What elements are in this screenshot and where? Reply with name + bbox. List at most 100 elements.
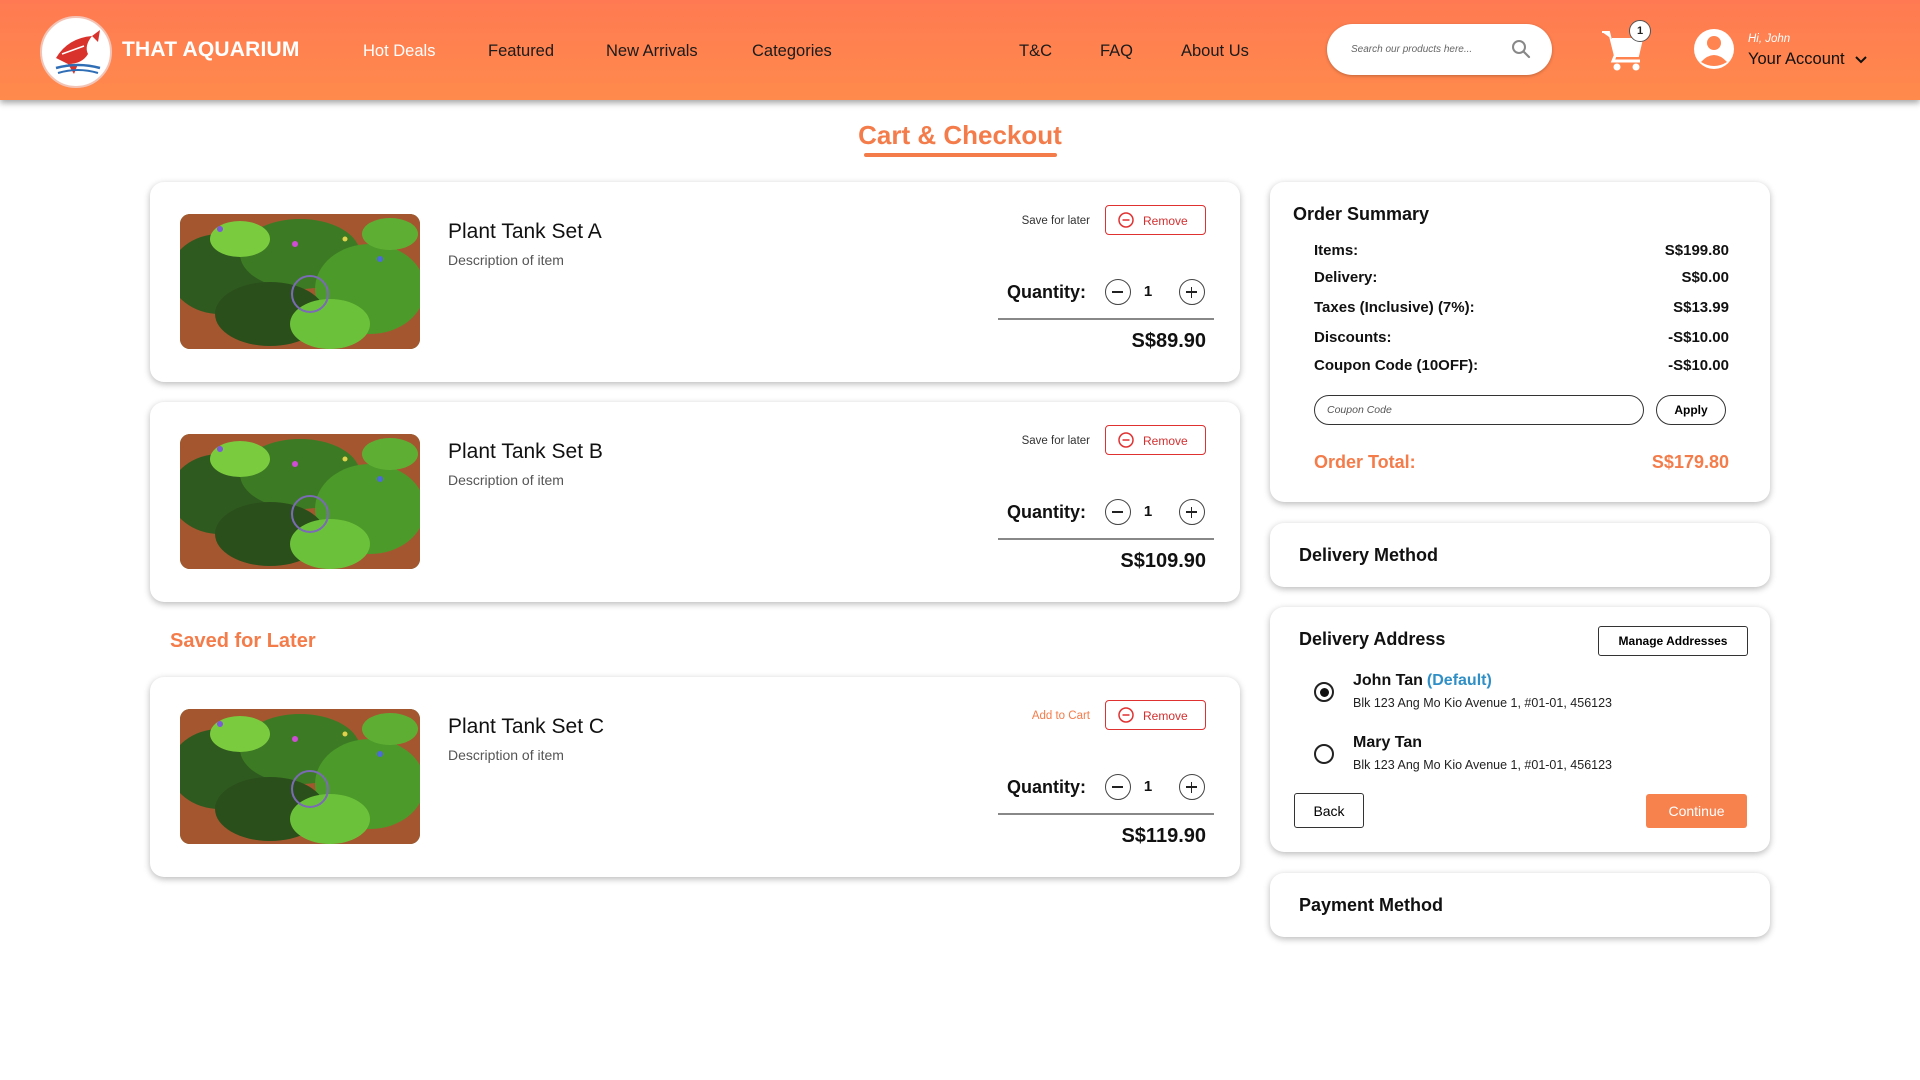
- apply-coupon-button[interactable]: Apply: [1656, 395, 1726, 425]
- coupon-code-input[interactable]: [1314, 395, 1644, 425]
- minus-icon: [1112, 291, 1123, 293]
- item-description: Description of item: [448, 472, 564, 488]
- search-bar: [1327, 24, 1552, 75]
- plus-icon-vertical: [1190, 286, 1193, 298]
- delivery-address-card: Delivery Address Manage Addresses John T…: [1270, 607, 1770, 852]
- increase-quantity-button[interactable]: [1179, 279, 1205, 305]
- summary-label: Items:: [1314, 242, 1359, 259]
- quantity-label: Quantity:: [1007, 502, 1086, 522]
- minus-circle-icon: [1118, 707, 1134, 723]
- remove-label: Remove: [1143, 709, 1188, 723]
- summary-value: S$199.80: [1664, 242, 1729, 259]
- save-for-later-link[interactable]: Save for later: [1022, 215, 1090, 227]
- increase-quantity-button[interactable]: [1179, 499, 1205, 525]
- address-name: John Tan (Default): [1353, 672, 1492, 690]
- address-radio-john[interactable]: [1314, 682, 1334, 702]
- search-input[interactable]: [1351, 39, 1511, 59]
- delivery-address-title: Delivery Address: [1299, 629, 1446, 649]
- cart-item-card: Plant Tank Set B Description of item Sav…: [150, 402, 1240, 602]
- title-underline: [864, 153, 1057, 157]
- remove-button[interactable]: Remove: [1105, 700, 1206, 730]
- divider: [998, 538, 1214, 540]
- user-greeting: Hi, John: [1748, 33, 1791, 45]
- increase-quantity-button[interactable]: [1179, 774, 1205, 800]
- remove-button[interactable]: Remove: [1105, 425, 1206, 455]
- summary-label: Taxes (Inclusive) (7%):: [1314, 299, 1475, 316]
- summary-value: -S$10.00: [1668, 329, 1729, 346]
- angelfish-logo-icon[interactable]: [40, 16, 112, 88]
- summary-value: S$13.99: [1673, 299, 1729, 316]
- address-line: Blk 123 Ang Mo Kio Avenue 1, #01-01, 456…: [1353, 696, 1612, 710]
- quantity-label: Quantity:: [1007, 777, 1086, 797]
- chevron-down-icon: [1855, 55, 1867, 64]
- nav-faq[interactable]: FAQ: [1100, 42, 1133, 61]
- default-tag: (Default): [1426, 672, 1492, 689]
- product-image[interactable]: [180, 709, 420, 844]
- cart-item-card: Plant Tank Set A Description of item Sav…: [150, 182, 1240, 382]
- brand-name[interactable]: THAT AQUARIUM: [122, 38, 300, 62]
- nav-categories[interactable]: Categories: [752, 42, 832, 61]
- payment-method-section[interactable]: Payment Method: [1270, 873, 1770, 937]
- summary-value: S$0.00: [1681, 269, 1729, 286]
- minus-circle-icon: [1118, 212, 1134, 228]
- quantity-value: 1: [1143, 503, 1153, 520]
- search-icon[interactable]: [1509, 37, 1533, 61]
- nav-about-us[interactable]: About Us: [1181, 42, 1249, 61]
- user-avatar-icon[interactable]: [1693, 28, 1735, 70]
- product-image[interactable]: [180, 214, 420, 349]
- nav-terms[interactable]: T&C: [1019, 42, 1052, 61]
- address-name-text: Mary Tan: [1353, 734, 1423, 751]
- nav-new-arrivals[interactable]: New Arrivals: [606, 42, 698, 61]
- item-name: Plant Tank Set C: [448, 715, 605, 738]
- minus-icon: [1112, 786, 1123, 788]
- delivery-method-title: Delivery Method: [1299, 545, 1439, 565]
- order-summary-title: Order Summary: [1293, 204, 1430, 224]
- remove-button[interactable]: Remove: [1105, 205, 1206, 235]
- nav-featured[interactable]: Featured: [488, 42, 554, 61]
- summary-label: Delivery:: [1314, 269, 1378, 286]
- item-description: Description of item: [448, 252, 564, 268]
- item-name: Plant Tank Set A: [448, 220, 602, 243]
- quantity-value: 1: [1143, 283, 1153, 300]
- product-image[interactable]: [180, 434, 420, 569]
- decrease-quantity-button[interactable]: [1105, 499, 1131, 525]
- order-total-value: S$179.80: [1651, 452, 1729, 472]
- decrease-quantity-button[interactable]: [1105, 774, 1131, 800]
- divider: [998, 813, 1214, 815]
- quantity-value: 1: [1143, 778, 1153, 795]
- decrease-quantity-button[interactable]: [1105, 279, 1131, 305]
- account-menu-button[interactable]: Your Account: [1748, 50, 1867, 69]
- summary-label: Discounts:: [1314, 329, 1392, 346]
- item-name: Plant Tank Set B: [448, 440, 603, 463]
- page-title: Cart & Checkout: [858, 120, 1062, 150]
- item-price: S$109.90: [1120, 550, 1206, 572]
- nav-hot-deals[interactable]: Hot Deals: [363, 42, 435, 61]
- saved-for-later-heading: Saved for Later: [170, 630, 316, 652]
- order-total-label: Order Total:: [1314, 452, 1416, 472]
- minus-circle-icon: [1118, 432, 1134, 448]
- item-description: Description of item: [448, 747, 564, 763]
- continue-button[interactable]: Continue: [1646, 794, 1747, 828]
- address-name: Mary Tan: [1353, 734, 1422, 752]
- address-name-text: John Tan: [1353, 672, 1423, 689]
- item-price: S$89.90: [1131, 330, 1206, 352]
- summary-label: Coupon Code (10OFF):: [1314, 357, 1479, 374]
- saved-item-card: Plant Tank Set C Description of item Add…: [150, 677, 1240, 877]
- cart-count-badge: 1: [1629, 20, 1651, 42]
- delivery-method-section[interactable]: Delivery Method: [1270, 523, 1770, 587]
- back-button[interactable]: Back: [1294, 793, 1364, 828]
- minus-icon: [1112, 511, 1123, 513]
- summary-value: -S$10.00: [1668, 357, 1729, 374]
- item-price: S$119.90: [1121, 825, 1206, 847]
- add-to-cart-link[interactable]: Add to Cart: [1032, 710, 1090, 722]
- order-summary-card: Order Summary Items: S$199.80 Delivery: …: [1270, 182, 1770, 502]
- account-label: Your Account: [1748, 50, 1845, 68]
- manage-addresses-button[interactable]: Manage Addresses: [1598, 626, 1748, 656]
- plus-icon-vertical: [1190, 781, 1193, 793]
- plus-icon-vertical: [1190, 506, 1193, 518]
- top-header: THAT AQUARIUM Hot Deals Featured New Arr…: [0, 0, 1920, 100]
- quantity-label: Quantity:: [1007, 282, 1086, 302]
- remove-label: Remove: [1143, 214, 1188, 228]
- address-radio-mary[interactable]: [1314, 744, 1334, 764]
- save-for-later-link[interactable]: Save for later: [1022, 435, 1090, 447]
